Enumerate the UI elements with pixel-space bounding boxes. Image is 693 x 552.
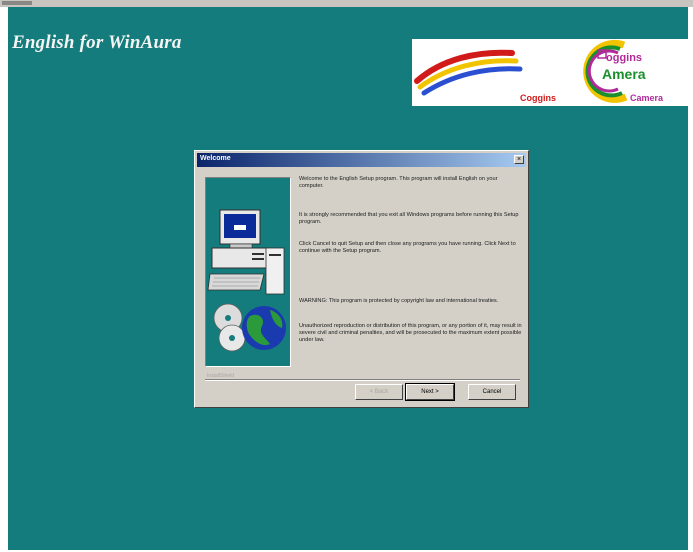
cd-disc-icon — [213, 303, 246, 352]
welcome-text: Welcome to the English Setup program. Th… — [299, 176, 498, 189]
coggins-camera-logo: oggins Amera Coggins Camera — [412, 39, 690, 106]
logo-text-oggins: oggins — [606, 52, 643, 64]
logo-text-camera: Camera — [630, 93, 664, 103]
cancel-next-text: Click Cancel to quit Setup and then clos… — [299, 241, 516, 254]
close-icon: × — [516, 156, 522, 163]
back-button[interactable]: < Back — [355, 384, 403, 400]
copyright-warning-text: WARNING: This program is protected by co… — [299, 298, 499, 304]
dialog-title: Welcome — [200, 155, 231, 162]
dialog-titlebar[interactable]: Welcome × — [197, 153, 526, 167]
window-grip — [2, 1, 32, 5]
unauthorized-reproduction-text: Unauthorized reproduction or distributio… — [299, 323, 522, 343]
close-button[interactable]: × — [514, 155, 524, 164]
exit-programs-text: It is strongly recommended that you exit… — [299, 212, 519, 225]
globe-icon — [242, 306, 286, 350]
next-button[interactable]: Next > — [405, 383, 455, 401]
computer-icon — [207, 209, 285, 295]
logo-text-coggins: Coggins — [520, 93, 556, 103]
welcome-dialog: Welcome × Welcome to the English Setup p… — [194, 150, 529, 408]
cancel-button[interactable]: Cancel — [468, 384, 516, 400]
app-title: English for WinAura — [12, 32, 182, 53]
logo-text-amera: Amera — [602, 66, 646, 82]
top-window-strip — [0, 0, 693, 7]
footer-divider — [205, 379, 520, 381]
setup-illustration — [205, 177, 291, 367]
installshield-label: InstallShield — [207, 373, 236, 379]
